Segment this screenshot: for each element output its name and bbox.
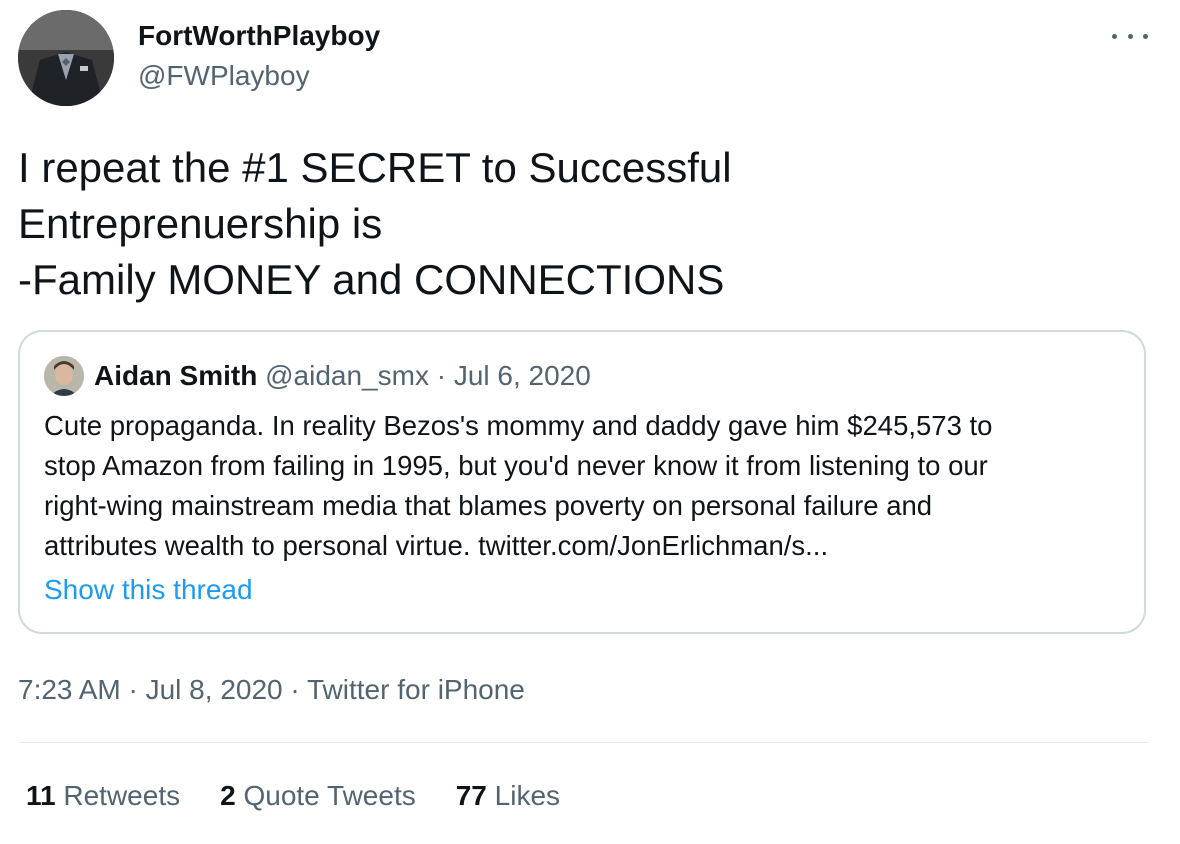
author-name[interactable]: FortWorthPlayboy bbox=[138, 20, 380, 52]
divider bbox=[18, 742, 1150, 743]
likes-count: 77 bbox=[455, 780, 487, 811]
tweet-text: I repeat the #1 SECRET to Successful Ent… bbox=[18, 140, 1148, 308]
engagement-stats: 11 Retweets 2 Quote Tweets 77 Likes bbox=[26, 780, 600, 812]
likes-label: Likes bbox=[494, 780, 561, 811]
quoted-line: attributes wealth to personal virtue. tw… bbox=[44, 530, 829, 561]
tweet-source-link[interactable]: Twitter for iPhone bbox=[307, 674, 525, 705]
tweet-line: -Family MONEY and CONNECTIONS bbox=[18, 256, 725, 303]
quoted-text: Cute propaganda. In reality Bezos's momm… bbox=[44, 406, 1134, 566]
tweet-line: I repeat the #1 SECRET to Successful bbox=[18, 144, 732, 191]
quoted-meta: @aidan_smx · Jul 6, 2020 bbox=[265, 360, 591, 391]
tweet-timestamp: 7:23 AM · Jul 8, 2020 · Twitter for iPho… bbox=[18, 674, 525, 706]
quoted-avatar-image bbox=[44, 356, 84, 396]
quoted-header: Aidan Smith @aidan_smx · Jul 6, 2020 bbox=[94, 360, 591, 392]
author-handle[interactable]: @FWPlayboy bbox=[138, 60, 310, 92]
more-dot bbox=[1127, 33, 1133, 39]
tweet-line: Entreprenuership is bbox=[18, 200, 383, 247]
quoted-line: right-wing mainstream media that blames … bbox=[44, 490, 933, 521]
author-avatar-image bbox=[18, 10, 114, 106]
more-options-icon[interactable] bbox=[1112, 24, 1148, 48]
more-dot bbox=[1112, 33, 1117, 39]
quote-tweets-stat[interactable]: 2 Quote Tweets bbox=[220, 780, 416, 812]
retweets-count: 11 bbox=[26, 780, 56, 811]
likes-stat[interactable]: 77 Likes bbox=[456, 780, 560, 812]
quoted-line: stop Amazon from failing in 1995, but yo… bbox=[44, 450, 988, 481]
quoted-author-name: Aidan Smith bbox=[94, 360, 258, 391]
quote-tweets-label: Quote Tweets bbox=[243, 780, 416, 811]
show-thread-link[interactable]: Show this thread bbox=[44, 574, 253, 606]
timestamp-link[interactable]: 7:23 AM · Jul 8, 2020 bbox=[18, 674, 283, 705]
quoted-author-avatar bbox=[44, 356, 84, 396]
quoted-tweet-card[interactable]: Aidan Smith @aidan_smx · Jul 6, 2020 Cut… bbox=[18, 330, 1146, 634]
author-avatar[interactable] bbox=[18, 10, 114, 106]
quoted-line: Cute propaganda. In reality Bezos's momm… bbox=[44, 410, 993, 441]
more-dot bbox=[1143, 33, 1148, 39]
retweets-label: Retweets bbox=[63, 780, 181, 811]
timestamp-separator: · bbox=[282, 674, 307, 705]
quote-tweets-count: 2 bbox=[220, 780, 236, 811]
retweets-stat[interactable]: 11 Retweets bbox=[26, 780, 180, 812]
